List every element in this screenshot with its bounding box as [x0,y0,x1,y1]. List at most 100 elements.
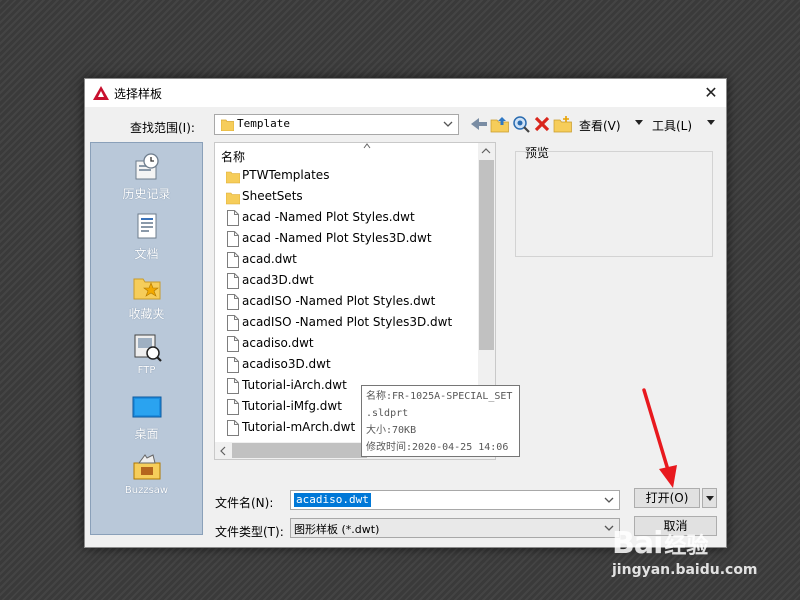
place-label: 收藏夹 [128,307,165,321]
up-folder-icon[interactable] [490,114,510,134]
list-item[interactable]: acad -Named Plot Styles3D.dwt [221,228,481,249]
file-tooltip: 名称:FR-1025A-SPECIAL_SET .sldprt 大小:70KB … [361,385,520,457]
file-name: acad3D.dwt [242,273,314,287]
history-icon [135,153,159,180]
views-dropdown-icon[interactable] [634,119,644,127]
place-history[interactable]: 历史记录 [91,147,202,205]
list-item[interactable]: acadiso3D.dwt [221,354,481,375]
vertical-scroll-thumb[interactable] [479,160,494,350]
chevron-down-icon[interactable] [603,494,615,506]
file-type-label: 文件类型(T): [215,525,284,539]
chevron-down-icon [443,121,453,127]
ftp-icon [134,334,162,362]
title-bar[interactable]: 选择样板 ✕ [85,79,726,107]
back-icon[interactable] [469,114,489,134]
file-name: Tutorial-iArch.dwt [242,378,347,392]
place-label: Buzzsaw [124,485,169,496]
list-item[interactable]: acad.dwt [221,249,481,270]
file-icon [227,357,239,373]
file-icon [227,231,239,247]
look-in-label: 查找范围(I): [130,121,195,135]
preview-pane [515,151,713,257]
look-in-value: Template [237,117,290,130]
file-icon [227,378,239,394]
file-name: acad -Named Plot Styles3D.dwt [242,231,432,245]
place-label: 历史记录 [122,187,171,201]
file-name: Tutorial-mArch.dwt [242,420,356,434]
place-label: 桌面 [134,427,159,441]
file-name: acad -Named Plot Styles.dwt [242,210,415,224]
places-bar: 历史记录 文档 收藏夹 FTP 桌面 Buzzsaw [90,142,203,535]
file-name: SheetSets [242,189,303,203]
open-options-button[interactable] [702,488,717,508]
horizontal-scroll-thumb[interactable] [232,443,367,458]
documents-icon [137,213,156,239]
select-template-dialog: 选择样板 ✕ 查找范围(I): Template 查看(V) 工具(L) 历史记… [84,78,727,548]
file-icon [227,399,239,415]
new-folder-icon[interactable] [553,114,573,134]
sort-ascending-icon [363,143,371,149]
place-label: FTP [137,365,156,376]
file-icon [227,273,239,289]
tooltip-modified: 修改时间:2020-04-25 14:06 [366,442,509,453]
file-icon [227,336,239,352]
list-item[interactable]: acadISO -Named Plot Styles3D.dwt [221,312,481,333]
place-buzzsaw[interactable]: Buzzsaw [91,447,202,505]
buzzsaw-icon [133,454,160,480]
scroll-up-icon[interactable] [481,148,491,154]
baidu-watermark: Bai经验 jingyan.baidu.com [612,526,762,578]
file-icon [227,210,239,226]
file-icon [227,315,239,331]
file-name-input[interactable]: acadiso.dwt [290,490,620,510]
folder-icon [221,119,234,131]
tooltip-size: 大小:70KB [366,425,417,436]
place-ftp[interactable]: FTP [91,327,202,385]
folder-icon [226,192,240,205]
look-in-dropdown[interactable]: Template [214,114,459,135]
place-favorites[interactable]: 收藏夹 [91,267,202,325]
folder-icon [226,171,240,184]
place-documents[interactable]: 文档 [91,207,202,265]
desktop-icon [132,396,161,418]
baidu-logo: Bai [612,526,663,561]
tooltip-name: 名称:FR-1025A-SPECIAL_SET [366,391,513,402]
list-item[interactable]: acadiso.dwt [221,333,481,354]
list-item[interactable]: acadISO -Named Plot Styles.dwt [221,291,481,312]
list-item[interactable]: SheetSets [221,186,481,207]
scroll-left-icon[interactable] [220,446,226,456]
file-type-dropdown[interactable]: 图形样板 (*.dwt) [290,518,620,538]
watermark-url: jingyan.baidu.com [612,562,758,578]
file-name: acadISO -Named Plot Styles3D.dwt [242,315,453,329]
chevron-down-icon [706,496,714,501]
file-type-value: 图形样板 (*.dwt) [294,523,380,536]
favorites-icon [133,278,160,300]
file-name: Tutorial-iMfg.dwt [242,399,342,413]
search-web-icon[interactable] [511,114,531,134]
file-name: acadiso3D.dwt [242,357,331,371]
list-item[interactable]: acad3D.dwt [221,270,481,291]
list-item[interactable]: acad -Named Plot Styles.dwt [221,207,481,228]
tools-dropdown-icon[interactable] [706,119,716,127]
file-name: acadISO -Named Plot Styles.dwt [242,294,436,308]
file-icon [227,420,239,436]
file-name: acadiso.dwt [242,336,314,350]
file-icon [227,252,239,268]
views-menu[interactable]: 查看(V) [579,117,621,134]
close-button[interactable]: ✕ [696,79,726,107]
file-name-value: acadiso.dwt [294,493,371,507]
dialog-title: 选择样板 [114,87,163,101]
annotation-arrow-icon [642,388,677,488]
list-item[interactable]: PTWTemplates [221,165,481,186]
delete-icon[interactable] [532,114,552,134]
place-label: 文档 [134,247,159,261]
watermark-jingyan: 经验 [664,534,709,559]
file-name: PTWTemplates [242,168,330,182]
autocad-app-icon [93,86,109,100]
file-icon [227,294,239,310]
column-header-name[interactable]: 名称 [221,148,245,165]
tools-menu[interactable]: 工具(L) [652,117,692,134]
tooltip-extension: .sldprt [366,408,409,419]
file-name: acad.dwt [242,252,297,266]
place-desktop[interactable]: 桌面 [91,387,202,445]
file-name-label: 文件名(N): [215,496,274,510]
